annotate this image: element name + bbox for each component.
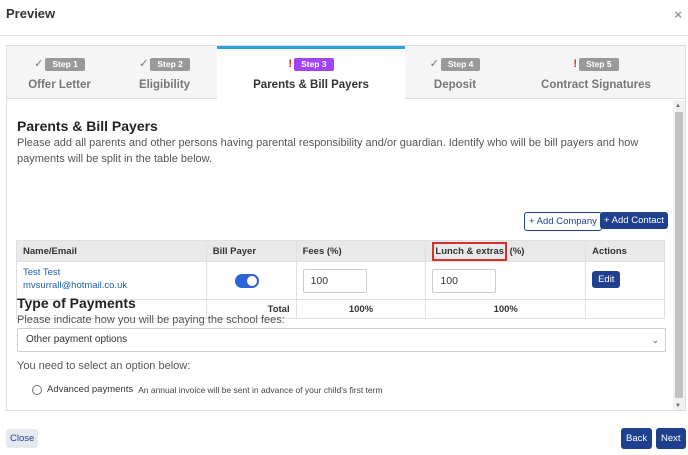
table-header-row: Name/Email Bill Payer Fees (%) Lunch & e… <box>16 240 665 262</box>
step-label: Parents & Bill Payers <box>253 79 369 91</box>
payments-notice: You need to select an option below: <box>17 360 191 372</box>
check-icon: ✓ <box>34 58 44 70</box>
payments-description: Please indicate how you will be paying t… <box>17 314 285 326</box>
lunch-cell: 100 <box>425 261 587 300</box>
col-actions: Actions <box>585 240 665 262</box>
parents-description: Please add all parents and other persons… <box>17 137 639 165</box>
step-badge: Step 3 <box>294 58 334 71</box>
bill-payer-toggle[interactable] <box>234 273 259 288</box>
close-icon[interactable]: × <box>674 7 682 22</box>
fees-cell: 100 <box>295 261 427 300</box>
step-tabs: ✓ Step 1 Offer Letter ✓ Step 2 Eligibili… <box>7 46 685 100</box>
tab-step-3[interactable]: ! Step 3 Parents & Bill Payers <box>217 46 405 100</box>
warning-icon: ! <box>573 58 578 70</box>
add-company-button[interactable]: + Add Company <box>524 212 602 231</box>
bill-payer-cell <box>205 261 297 300</box>
option-label: Advanced payments <box>47 384 134 395</box>
scroll-down-icon[interactable]: ▼ <box>675 402 681 410</box>
step-label: Contract Signatures <box>541 79 651 91</box>
col-bill-payer: Bill Payer <box>205 240 297 262</box>
check-icon: ✓ <box>139 58 149 70</box>
col-name-email: Name/Email <box>16 240 207 262</box>
next-button[interactable]: Next <box>656 428 686 449</box>
scroll-up-icon[interactable]: ▲ <box>675 102 681 110</box>
tab-step-5[interactable]: ! Step 5 Contract Signatures <box>505 46 685 99</box>
preview-frame: ✓ Step 1 Offer Letter ✓ Step 2 Eligibili… <box>6 45 686 411</box>
close-button[interactable]: Close <box>6 429 39 448</box>
modal-header: Preview × <box>0 0 688 36</box>
tab-step-1[interactable]: ✓ Step 1 Offer Letter <box>7 46 112 99</box>
tab-step-4[interactable]: ✓ Step 4 Deposit <box>405 46 505 99</box>
payer-email-link[interactable]: mvsurrall@hotmail.co.uk <box>23 279 200 292</box>
step-badge: Step 2 <box>150 58 190 71</box>
total-lunch: 100% <box>425 299 587 319</box>
payment-type-select[interactable]: Other payment options ⌄ <box>17 328 666 352</box>
step-label: Deposit <box>433 79 477 91</box>
total-fees: 100% <box>295 299 427 319</box>
back-button[interactable]: Back <box>621 428 653 449</box>
advanced-payments-radio[interactable] <box>32 384 42 395</box>
lunch-input[interactable]: 100 <box>432 268 497 293</box>
option-description: An annual invoice will be sent in advanc… <box>138 384 383 395</box>
name-email-cell: Test Test mvsurrall@hotmail.co.uk <box>16 261 207 300</box>
step-badge: Step 5 <box>579 58 619 71</box>
scrollbar[interactable]: ▲ ▼ <box>673 100 685 410</box>
parents-heading: Parents & Bill Payers <box>17 118 158 134</box>
toggle-knob <box>246 275 257 286</box>
step-badge: Step 1 <box>45 58 85 71</box>
col-lunch-extras: Lunch & extras (%) <box>425 240 587 262</box>
payment-type-value: Other payment options <box>26 334 128 345</box>
check-icon: ✓ <box>429 58 439 70</box>
chevron-down-icon: ⌄ <box>651 335 659 345</box>
modal-title: Preview <box>6 6 56 21</box>
step-content: Parents & Bill Payers Please add all par… <box>7 100 673 410</box>
col-fees: Fees (%) <box>295 240 427 262</box>
actions-cell: Edit <box>585 261 665 300</box>
step-label: Eligibility <box>138 79 191 91</box>
advanced-payments-option[interactable]: Advanced payments An annual invoice will… <box>32 384 383 395</box>
payer-name-link[interactable]: Test Test <box>23 266 200 279</box>
tab-step-2[interactable]: ✓ Step 2 Eligibility <box>112 46 217 99</box>
fees-input[interactable]: 100 <box>302 268 367 293</box>
scroll-thumb[interactable] <box>675 112 683 398</box>
lunch-extras-highlight: Lunch & extras <box>432 241 508 261</box>
step-label: Offer Letter <box>28 79 91 91</box>
table-row: Test Test mvsurrall@hotmail.co.uk 100 10… <box>16 261 665 300</box>
edit-button[interactable]: Edit <box>592 270 621 288</box>
step-badge: Step 4 <box>440 58 481 71</box>
payments-heading: Type of Payments <box>17 295 136 311</box>
lunch-extras-suffix: (%) <box>507 245 525 257</box>
warning-icon: ! <box>288 58 293 70</box>
add-contact-button[interactable]: + Add Contact <box>600 212 668 229</box>
